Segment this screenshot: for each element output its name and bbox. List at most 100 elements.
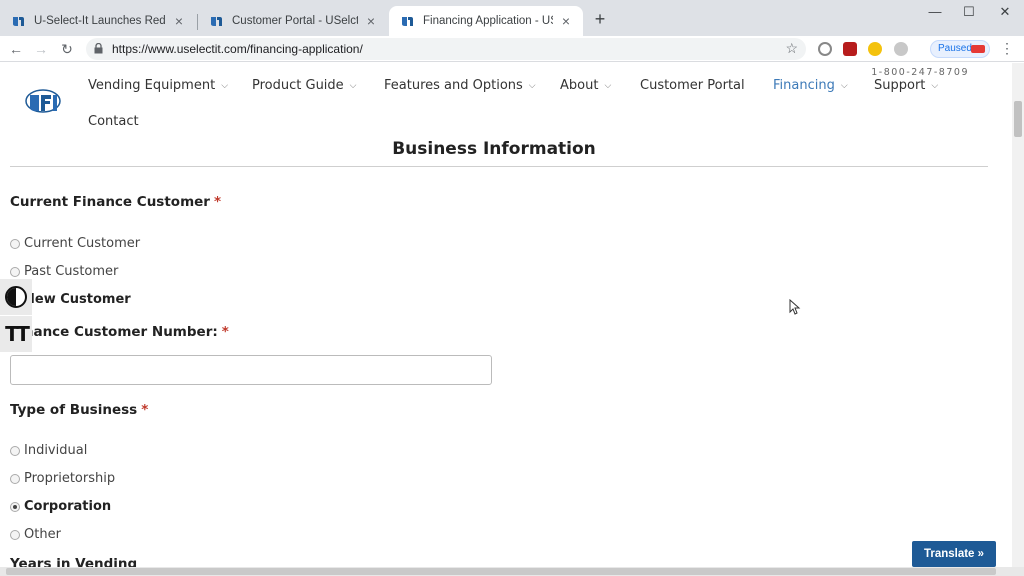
text-size-button[interactable]: TT (0, 316, 32, 352)
minimize-button[interactable]: — (918, 2, 952, 22)
new-tab-button[interactable]: + (590, 9, 610, 30)
text-size-icon: TT (5, 322, 30, 346)
tab-title: U-Select-It Launches Redesigned (34, 15, 166, 27)
browser-tab-1[interactable]: U-Select-It Launches Redesigned × (0, 6, 196, 36)
extension-circle-icon[interactable] (818, 42, 832, 56)
close-window-button[interactable]: ✕ (988, 2, 1022, 22)
profile-status-label: Paused (938, 43, 972, 54)
nav-label: About (560, 78, 599, 93)
contrast-toggle-button[interactable] (0, 279, 32, 315)
contrast-icon (5, 286, 27, 308)
address-bar[interactable]: https://www.uselectit.com/financing-appl… (86, 38, 806, 60)
required-marker: * (213, 194, 222, 210)
nav-about[interactable]: About ⌵ (560, 78, 611, 93)
chevron-down-icon: ⌵ (221, 81, 229, 91)
radio-proprietorship[interactable]: Proprietorship (10, 471, 115, 486)
years-in-vending-label: Years in Vending (10, 556, 138, 567)
type-of-business-label: Type of Business * (10, 402, 148, 418)
scrollbar-thumb[interactable] (6, 568, 996, 575)
chevron-down-icon: ⌵ (840, 81, 848, 91)
nav-label: Features and Options (384, 78, 523, 93)
nav-customer-portal[interactable]: Customer Portal (640, 78, 745, 93)
required-marker: * (141, 402, 149, 418)
radio-button[interactable] (10, 266, 20, 277)
vertical-scrollbar[interactable] (1012, 63, 1024, 567)
radio-other[interactable]: Other (10, 527, 61, 542)
nav-financing[interactable]: Financing ⌵ (773, 78, 848, 93)
radio-label: Individual (24, 443, 88, 458)
finance-customer-number-label: Finance Customer Number: * (10, 324, 229, 340)
radio-button-selected[interactable] (10, 501, 20, 512)
usi-favicon-icon (12, 16, 26, 27)
radio-label: New Customer (24, 292, 131, 307)
lock-icon (94, 43, 103, 54)
required-marker: * (221, 324, 229, 340)
nav-product-guide[interactable]: Product Guide ⌵ (252, 78, 357, 93)
label-text: Finance Customer Number: (10, 324, 218, 340)
chevron-down-icon: ⌵ (528, 81, 536, 91)
current-finance-customer-label: Current Finance Customer * (10, 194, 221, 210)
close-tab-icon[interactable]: × (172, 13, 186, 29)
extension-gray-icon[interactable] (894, 42, 908, 56)
usi-favicon-icon (210, 16, 224, 27)
radio-current-customer[interactable]: Current Customer (10, 236, 140, 251)
radio-button[interactable] (10, 238, 20, 249)
chevron-down-icon: ⌵ (349, 81, 357, 91)
back-arrow-icon[interactable]: ← (6, 39, 26, 59)
radio-button[interactable] (10, 529, 20, 540)
browser-tab-3-active[interactable]: Financing Application - USelctIt × (389, 6, 583, 36)
usi-logo[interactable] (24, 87, 62, 115)
nav-label: Product Guide (252, 78, 344, 93)
scrollbar-thumb[interactable] (1014, 101, 1022, 137)
browser-toolbar: ← → ↻ https://www.uselectit.com/financin… (0, 36, 1024, 62)
radio-label: Current Customer (24, 236, 141, 251)
nav-label: Vending Equipment (88, 78, 216, 93)
usi-favicon-icon (401, 16, 415, 27)
page-content: 1-800-247-8709 Vending Equipment ⌵ Produc… (0, 63, 1012, 567)
radio-individual[interactable]: Individual (10, 443, 87, 458)
tab-title: Customer Portal - USelctIt - Vend (232, 15, 358, 27)
pdf-extension-icon[interactable] (843, 42, 857, 56)
nav-support[interactable]: Support ⌵ (874, 78, 938, 93)
reload-icon[interactable]: ↻ (57, 39, 77, 59)
horizontal-scrollbar[interactable] (0, 567, 1024, 576)
radio-label: Proprietorship (24, 471, 116, 486)
nav-label: Support (874, 78, 926, 93)
profile-avatar-icon (971, 45, 985, 53)
nav-label: Financing (773, 78, 835, 93)
extension-badge-icon[interactable] (868, 42, 882, 56)
tab-title: Financing Application - USelctIt (423, 15, 553, 27)
radio-corporation[interactable]: Corporation (10, 499, 111, 514)
finance-customer-number-input[interactable] (10, 355, 492, 385)
phone-number[interactable]: 1-800-247-8709 (871, 67, 969, 78)
chevron-down-icon: ⌵ (931, 81, 939, 91)
radio-past-customer[interactable]: Past Customer (10, 264, 118, 279)
maximize-button[interactable]: ☐ (952, 2, 986, 22)
browser-menu-icon[interactable]: ⋮ (1000, 40, 1014, 57)
section-title: Business Information (392, 139, 596, 159)
chevron-down-icon: ⌵ (604, 81, 612, 91)
close-tab-icon[interactable]: × (559, 13, 573, 29)
label-text: Current Finance Customer (10, 194, 210, 210)
radio-button[interactable] (10, 473, 20, 484)
translate-button[interactable]: Translate » (912, 541, 996, 567)
mouse-cursor-icon (789, 299, 801, 315)
bookmark-star-icon[interactable]: ☆ (785, 40, 798, 57)
radio-label: Other (24, 527, 61, 542)
nav-vending-equipment[interactable]: Vending Equipment ⌵ (88, 78, 228, 93)
section-divider (10, 166, 988, 167)
radio-label: Past Customer (24, 264, 119, 279)
nav-label: Customer Portal (640, 78, 745, 93)
forward-arrow-icon[interactable]: → (31, 39, 51, 59)
nav-features-and-options[interactable]: Features and Options ⌵ (384, 78, 536, 93)
profile-paused-button[interactable]: Paused (930, 40, 990, 58)
close-tab-icon[interactable]: × (364, 13, 378, 29)
browser-tab-2[interactable]: Customer Portal - USelctIt - Vend × (198, 6, 388, 36)
nav-label: Contact (88, 114, 139, 129)
radio-label: Corporation (24, 499, 112, 514)
nav-contact[interactable]: Contact (88, 114, 139, 129)
label-text: Type of Business (10, 402, 138, 418)
url-text: https://www.uselectit.com/financing-appl… (112, 42, 363, 56)
radio-button[interactable] (10, 445, 20, 456)
browser-tabstrip: U-Select-It Launches Redesigned × Custom… (0, 0, 1024, 36)
